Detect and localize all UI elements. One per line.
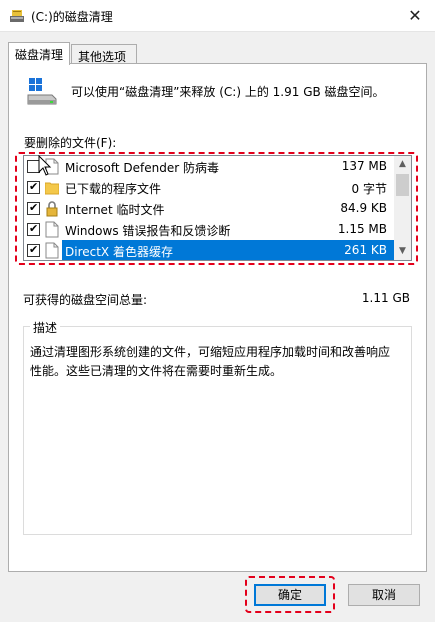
list-item[interactable]: ✔ Windows 错误报告和反馈诊断 1.15 MB [24,219,395,240]
list-item[interactable]: ✔ 已下载的程序文件 0 字节 [24,177,395,198]
files-to-delete-label: 要删除的文件(F): [24,136,117,150]
description-legend: 描述 [30,319,61,336]
list-item[interactable]: Microsoft Defender 防病毒 137 MB [24,156,395,177]
window-title: (C:)的磁盘清理 [31,10,113,24]
item-name: Windows 错误报告和反馈诊断 [65,224,231,238]
total-space-label: 可获得的磁盘空间总量: [23,293,148,307]
item-name: Microsoft Defender 防病毒 [65,161,220,175]
item-checkbox[interactable]: ✔ [27,180,40,194]
check-icon: ✔ [29,222,39,235]
item-checkbox[interactable]: ✔ [27,201,40,215]
disk-cleanup-icon [10,10,24,22]
list-item[interactable]: ✔ DirectX 着色器缓存 261 KB [24,240,395,260]
description-group: 描述 通过清理图形系统创建的文件，可缩短应用程序加载时间和改善响应性能。这些已清… [23,319,412,535]
item-size: 84.9 KB [340,201,387,215]
file-icon [45,242,59,259]
item-size: 261 KB [344,243,387,257]
scroll-up-icon[interactable]: ▲ [394,156,411,173]
list-scrollbar[interactable]: ▲ ▼ [394,156,411,260]
folder-icon [45,182,59,195]
item-name: DirectX 着色器缓存 [65,245,173,259]
tab-disk-cleanup[interactable]: 磁盘清理 [8,42,70,65]
close-icon[interactable]: ✕ [405,6,425,26]
scroll-thumb[interactable] [396,174,409,196]
tab-panel: 可以使用“磁盘清理”来释放 (C:) 上的 1.91 GB 磁盘空间。 要删除的… [8,63,427,572]
check-icon: ✔ [29,243,39,256]
lock-icon [46,201,58,217]
scroll-down-icon[interactable]: ▼ [394,243,411,260]
list-item[interactable]: ✔ Internet 临时文件 84.9 KB [24,198,395,219]
title-bar: (C:)的磁盘清理 ✕ [0,0,435,32]
cancel-button[interactable]: 取消 [348,584,420,606]
item-name: 已下载的程序文件 [65,182,162,196]
tab-more-options[interactable]: 其他选项 [71,44,137,64]
free-space-message: 可以使用“磁盘清理”来释放 (C:) 上的 1.91 GB 磁盘空间。 [71,85,385,99]
check-icon: ✔ [29,180,39,193]
files-list[interactable]: Microsoft Defender 防病毒 137 MB ✔ 已下载的程序文件… [23,155,412,261]
total-space-value: 1.11 GB [361,291,410,305]
item-size: 1.15 MB [337,222,387,236]
description-text: 通过清理图形系统创建的文件，可缩短应用程序加载时间和改善响应性能。这些已清理的文… [30,345,391,378]
check-icon: ✔ [29,201,39,214]
item-checkbox[interactable]: ✔ [27,243,40,257]
item-size: 137 MB [341,159,387,173]
item-checkbox[interactable]: ✔ [27,222,40,236]
drive-icon [27,78,57,105]
item-size: 0 字节 [351,182,387,196]
item-name: Internet 临时文件 [65,203,165,217]
mouse-cursor-icon [38,155,52,176]
file-icon [45,221,59,238]
ok-button[interactable]: 确定 [254,584,326,606]
